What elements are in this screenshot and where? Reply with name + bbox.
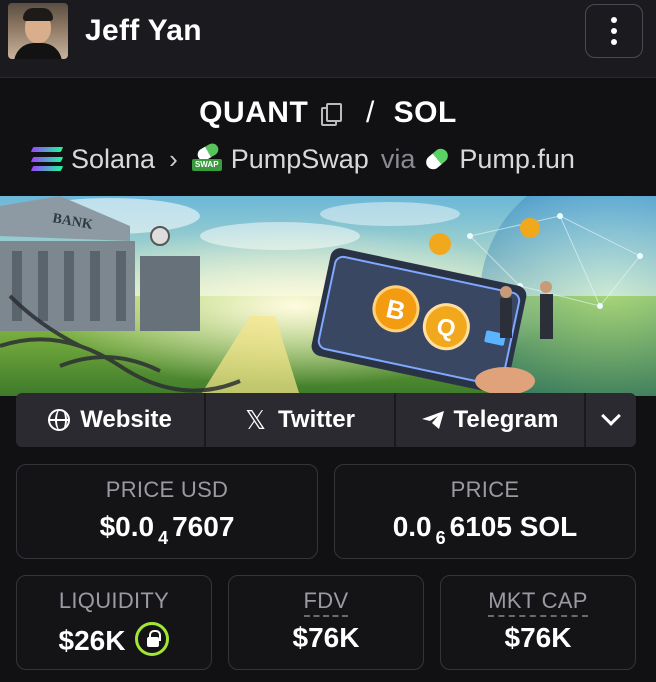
price-native-label: PRICE (450, 477, 520, 502)
telegram-icon (421, 411, 444, 429)
x-icon: 𝕏 (245, 404, 267, 435)
website-link[interactable]: Website (16, 393, 206, 447)
solana-icon (30, 147, 64, 171)
kebab-menu-button[interactable] (585, 4, 643, 58)
social-links-bar: Website 𝕏 Twitter Telegram (16, 393, 636, 447)
quote-symbol: SOL (393, 96, 457, 129)
telegram-label: Telegram (453, 406, 559, 433)
pair-title: QUANT / SOL (0, 96, 656, 130)
fdv-card: FDV $76K (228, 575, 424, 670)
lock-icon[interactable] (135, 622, 170, 656)
fdv-label[interactable]: FDV (303, 588, 349, 617)
telegram-link[interactable]: Telegram (396, 393, 586, 447)
header-bar: Jeff Yan (0, 0, 656, 78)
user-name: Jeff Yan (85, 14, 202, 47)
price-native-card: PRICE 0.0 6 6105 SOL (334, 464, 636, 559)
mkt-cap-label[interactable]: MKT CAP (488, 588, 588, 617)
price-native-value: 0.0 6 6105 SOL (392, 511, 578, 548)
fdv-value: $76K (292, 622, 360, 653)
pumpfun-icon (423, 145, 452, 173)
price-usd-label: PRICE USD (105, 477, 229, 502)
twitter-label: Twitter (278, 406, 355, 433)
copy-icon[interactable] (321, 103, 343, 126)
liquidity-value: $26K (17, 622, 211, 657)
dex-name[interactable]: PumpSwap (231, 144, 369, 175)
mkt-cap-value: $76K (504, 622, 572, 653)
website-label: Website (80, 406, 172, 433)
via-label: via (380, 143, 416, 174)
kebab-menu-icon (611, 17, 617, 23)
liquidity-card: LIQUIDITY $26K (16, 575, 212, 670)
launchpad-name[interactable]: Pump.fun (459, 144, 575, 175)
token-banner-image: BANK B Q (0, 196, 656, 396)
base-symbol: QUANT (199, 96, 309, 129)
price-usd-card: PRICE USD $0.0 4 7607 (16, 464, 318, 559)
chevron-down-icon (601, 406, 621, 426)
more-links-button[interactable] (586, 393, 636, 447)
pair-separator: / (365, 96, 375, 129)
liquidity-label: LIQUIDITY (58, 588, 170, 613)
chevron-right-icon: › (169, 143, 178, 174)
twitter-link[interactable]: 𝕏 Twitter (206, 393, 396, 447)
mkt-cap-card: MKT CAP $76K (440, 575, 636, 670)
globe-icon (48, 409, 71, 431)
avatar[interactable] (8, 3, 68, 59)
chain-dex-breadcrumb: Solana › SWAP PumpSwap via Pump.fun (30, 141, 575, 176)
chain-name[interactable]: Solana (71, 144, 155, 175)
price-usd-value: $0.0 4 7607 (99, 511, 235, 548)
pumpswap-icon: SWAP (191, 141, 222, 174)
